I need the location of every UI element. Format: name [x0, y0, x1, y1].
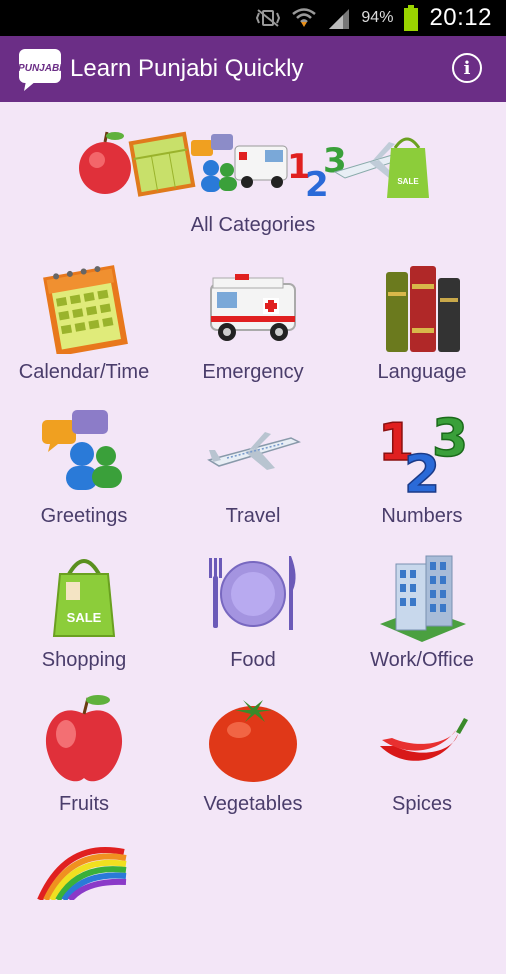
- shopping-bag-icon: SALE: [52, 559, 116, 637]
- chat-people-icon: [42, 410, 122, 490]
- category-label: Spices: [391, 793, 453, 815]
- apple-icon: [45, 695, 123, 782]
- app-title: Learn Punjabi Quickly: [70, 55, 304, 82]
- category-label: Emergency: [202, 361, 304, 383]
- category-travel[interactable]: Travel: [169, 402, 337, 542]
- category-language[interactable]: Language: [338, 258, 506, 398]
- plate-icon: [209, 556, 296, 630]
- vibrate-icon: [255, 8, 281, 28]
- all-categories-collage-icon: 1 2 3 SALE: [79, 131, 429, 205]
- category-label: Work/Office: [370, 649, 474, 671]
- airplane-icon: [207, 432, 301, 470]
- app-logo: PUNJABI: [18, 47, 62, 91]
- office-building-icon: [380, 555, 466, 642]
- battery-icon: [403, 5, 419, 31]
- rainbow-icon: [37, 847, 127, 900]
- clock-time: 20:12: [429, 4, 492, 31]
- status-bar: 94% 20:12: [0, 0, 506, 36]
- all-categories-button[interactable]: 1 2 3 SALE All Categories: [0, 120, 506, 240]
- svg-text:SALE: SALE: [397, 177, 419, 186]
- calendar-icon: [43, 265, 128, 354]
- wifi-icon: [291, 7, 317, 29]
- category-label: Shopping: [41, 649, 127, 671]
- category-label: Vegetables: [203, 793, 303, 815]
- tomato-icon: [209, 700, 297, 782]
- category-shopping[interactable]: SALE Shopping: [0, 546, 168, 686]
- category-greetings[interactable]: Greetings: [0, 402, 168, 542]
- info-icon[interactable]: i: [452, 53, 482, 83]
- svg-text:SALE: SALE: [67, 610, 102, 625]
- app-bar: PUNJABI Learn Punjabi Quickly i: [0, 36, 506, 102]
- category-label: Travel: [225, 505, 281, 527]
- category-vegetables[interactable]: Vegetables: [169, 690, 337, 830]
- numbers-icon: 1 2 3: [377, 408, 469, 498]
- svg-text:PUNJABI: PUNJABI: [18, 63, 62, 74]
- category-calendar-time[interactable]: Calendar/Time: [0, 258, 168, 398]
- category-work-office[interactable]: Work/Office: [338, 546, 506, 686]
- category-spices[interactable]: Spices: [338, 690, 506, 830]
- category-label: Numbers: [381, 505, 463, 527]
- category-fruits[interactable]: Fruits: [0, 690, 168, 830]
- ambulance-icon: [210, 274, 296, 341]
- category-emergency[interactable]: Emergency: [169, 258, 337, 398]
- chili-icon: [380, 718, 468, 761]
- category-label: Fruits: [59, 793, 109, 815]
- category-colors[interactable]: [0, 834, 168, 974]
- svg-text:3: 3: [432, 409, 468, 469]
- category-label: Greetings: [40, 505, 128, 527]
- category-numbers[interactable]: 1 2 3 Numbers: [338, 402, 506, 542]
- all-categories-label: All Categories: [190, 214, 316, 236]
- category-food[interactable]: Food: [169, 546, 337, 686]
- books-icon: [386, 266, 460, 352]
- category-label: Food: [230, 649, 276, 671]
- signal-icon: [327, 7, 351, 29]
- battery-percent: 94%: [361, 9, 394, 26]
- category-label: Language: [377, 361, 467, 383]
- category-label: Calendar/Time: [18, 361, 150, 383]
